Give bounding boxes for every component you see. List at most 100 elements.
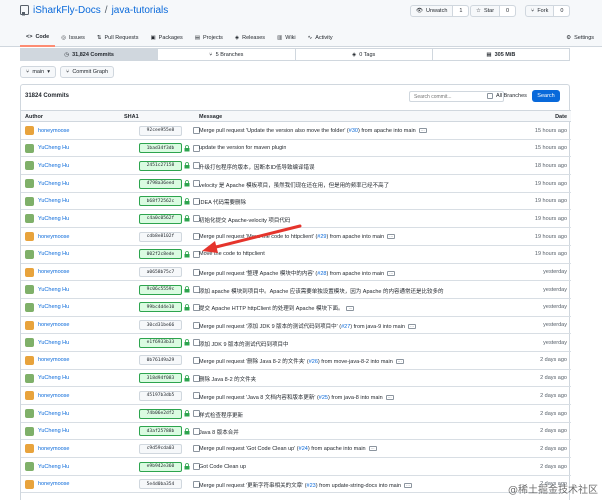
expand-message-button[interactable]: ··· [404, 483, 413, 489]
branches-stat[interactable]: ⑂ 5 Branches [158, 49, 296, 60]
commit-message-text[interactable]: 样式检查程序更新 [199, 413, 243, 419]
commit-author-link[interactable]: honeymoose [38, 322, 70, 328]
commit-author-link[interactable]: honeymoose [38, 357, 70, 363]
commit-author-link[interactable]: YuCheng Hu [38, 198, 69, 204]
commit-sha-button[interactable]: c4a0c0562f [139, 213, 182, 224]
commit-message[interactable]: Merge pull request 'Java 8 文档内容和版本更新' (#… [199, 393, 394, 401]
pull-request-link[interactable]: #30 [349, 128, 358, 134]
commit-message[interactable]: 添加 JDK 9 版本的测试代码到项目中 [199, 340, 289, 348]
commit-message[interactable]: Merge pull request '删除 Java 8-2 的文件夹' (#… [199, 357, 404, 365]
tab-activity[interactable]: ∿ Activity [302, 28, 339, 47]
expand-message-button[interactable]: ··· [395, 359, 404, 365]
commit-sha-button[interactable]: cdb8e8102f [139, 231, 182, 242]
commit-author-link[interactable]: YuCheng Hu [38, 411, 69, 417]
commit-message[interactable]: Merge pull request '更新字符串相关的文章' (#23) fr… [199, 481, 413, 489]
avatar[interactable] [25, 302, 34, 312]
commit-message-text[interactable]: velocity 是 Apache 模板项目，虽然我们现在还在用，但是用的频率已… [199, 183, 389, 189]
tab-code[interactable]: <> Code [20, 28, 56, 47]
commit-sha-button[interactable]: e1f6933b33 [139, 337, 182, 348]
commit-author-link[interactable]: honeymoose [38, 446, 70, 452]
commit-author-link[interactable]: YuCheng Hu [38, 145, 69, 151]
tab-settings[interactable]: ⚙ Settings [566, 28, 594, 47]
tab-issues[interactable]: ◎ Issues [55, 28, 91, 47]
commit-message[interactable]: 删除 Java 8-2 的文件夹 [199, 375, 256, 383]
avatar[interactable] [25, 214, 34, 224]
commit-author-link[interactable]: YuCheng Hu [38, 181, 69, 187]
commit-message[interactable]: Move the code to httpclient [199, 251, 265, 257]
commit-author-link[interactable]: honeymoose [38, 234, 70, 240]
commit-message-text[interactable]: 添加 apache 模块到项目中。Apache 应该需要单独设置模块，因为 Ap… [199, 289, 444, 295]
star-count[interactable]: 0 [499, 6, 516, 16]
expand-message-button[interactable]: ··· [407, 324, 416, 330]
pull-request-link[interactable]: #26 [309, 359, 318, 365]
commit-message-text[interactable]: Got Code Clean up [199, 464, 246, 470]
commit-message[interactable]: IDEA 代码需要删除 [199, 198, 246, 206]
avatar[interactable] [25, 355, 34, 365]
commits-stat[interactable]: ◷ 31,824 Commits [21, 49, 159, 60]
commit-author-link[interactable]: YuCheng Hu [38, 304, 69, 310]
commit-author-link[interactable]: YuCheng Hu [38, 251, 69, 257]
commit-author-link[interactable]: YuCheng Hu [38, 428, 69, 434]
watch-count[interactable]: 1 [452, 6, 469, 16]
commit-message-text[interactable]: IDEA 代码需要删除 [199, 200, 246, 206]
commit-sha-button[interactable]: 1bad34f3db [139, 143, 182, 154]
commit-message[interactable]: 样式检查程序更新 [199, 411, 243, 419]
commit-message-text[interactable]: 删除 Java 8-2 的文件夹 [199, 377, 256, 383]
avatar[interactable] [25, 249, 34, 259]
tab-projects[interactable]: ▤ Projects [189, 28, 229, 47]
expand-message-button[interactable]: ··· [387, 271, 396, 277]
avatar[interactable] [25, 196, 34, 206]
commit-message-text[interactable]: 提交 Apache HTTP httpClient 的处理到 Apache 模块… [199, 306, 343, 312]
unwatch-button[interactable]: 👁 Unwatch 1 [410, 5, 470, 17]
avatar[interactable] [25, 426, 34, 436]
commit-sha-button[interactable]: b68f72562c [139, 196, 182, 207]
commit-message[interactable]: 添加 apache 模块到项目中。Apache 应该需要单独设置模块，因为 Ap… [199, 287, 444, 295]
commit-author-link[interactable]: YuCheng Hu [38, 163, 69, 169]
commit-message-text[interactable]: 添加 JDK 9 版本的测试代码到项目中 [199, 342, 289, 348]
commit-message-text[interactable]: Merge pull request '更新字符串相关的文章' ( [199, 483, 307, 489]
avatar[interactable] [25, 462, 34, 472]
avatar[interactable] [25, 320, 34, 330]
repo-owner-link[interactable]: iSharkFly-Docs [33, 5, 101, 16]
commit-message[interactable]: 初始化提交 Apache-velocity 项目代码 [199, 216, 290, 224]
tab-packages[interactable]: ▣ Packages [144, 28, 188, 47]
avatar[interactable] [25, 232, 34, 242]
avatar[interactable] [25, 338, 34, 348]
commit-message[interactable]: Merge pull request 'Move the code to htt… [199, 234, 396, 240]
commit-author-link[interactable]: YuCheng Hu [38, 216, 69, 222]
avatar[interactable] [25, 373, 34, 383]
commit-sha-button[interactable]: 9c06c5559c [139, 284, 182, 295]
commit-message[interactable]: Merge pull request 'Update the version a… [199, 128, 427, 134]
commit-author-link[interactable]: honeymoose [38, 269, 70, 275]
expand-message-button[interactable]: ··· [385, 394, 394, 400]
commit-author-link[interactable]: YuCheng Hu [38, 340, 69, 346]
pull-request-link[interactable]: #25 [319, 395, 328, 401]
commit-sha-button[interactable]: 318d94f083 [139, 373, 182, 384]
commit-message[interactable]: velocity 是 Apache 模板项目，虽然我们现在还在用，但是用的频率已… [199, 181, 389, 189]
commit-message[interactable]: Merge pull request '添加 JDK 9 版本的测试代码到项目中… [199, 322, 416, 330]
commit-message[interactable]: update the version for maven plugin [199, 145, 286, 151]
avatar[interactable] [25, 161, 34, 171]
commit-message-text[interactable]: Merge pull request 'Move the code to htt… [199, 234, 317, 240]
commit-sha-button[interactable]: 0b76149a29 [139, 355, 182, 366]
pull-request-link[interactable]: #23 [307, 483, 316, 489]
commit-author-link[interactable]: YuCheng Hu [38, 464, 69, 470]
commit-sha-button[interactable]: 45197b3db5 [139, 390, 182, 401]
commit-sha-button[interactable]: 5e4d0ba354 [139, 479, 182, 490]
commit-sha-button[interactable]: 002f2c8ede [139, 249, 182, 260]
tags-stat[interactable]: ◈ 0 Tags [296, 49, 433, 60]
commit-message-text[interactable]: 初始化提交 Apache-velocity 项目代码 [199, 218, 290, 224]
pull-request-link[interactable]: #24 [299, 446, 308, 452]
commit-author-link[interactable]: honeymoose [38, 128, 70, 134]
commit-author-link[interactable]: honeymoose [38, 481, 70, 487]
search-button[interactable]: Search [532, 90, 560, 102]
avatar[interactable] [25, 391, 34, 401]
commit-graph-button[interactable]: ⑂ Commit Graph [60, 66, 115, 78]
commit-message-text[interactable]: Merge pull request '删除 Java 8-2 的文件夹' ( [199, 359, 309, 365]
avatar[interactable] [25, 179, 34, 189]
commit-sha-button[interactable]: 99bc4d4e10 [139, 302, 182, 313]
tab-wiki[interactable]: ▥ Wiki [271, 28, 302, 47]
avatar[interactable] [25, 479, 34, 489]
avatar[interactable] [25, 409, 34, 418]
avatar[interactable] [25, 267, 34, 277]
